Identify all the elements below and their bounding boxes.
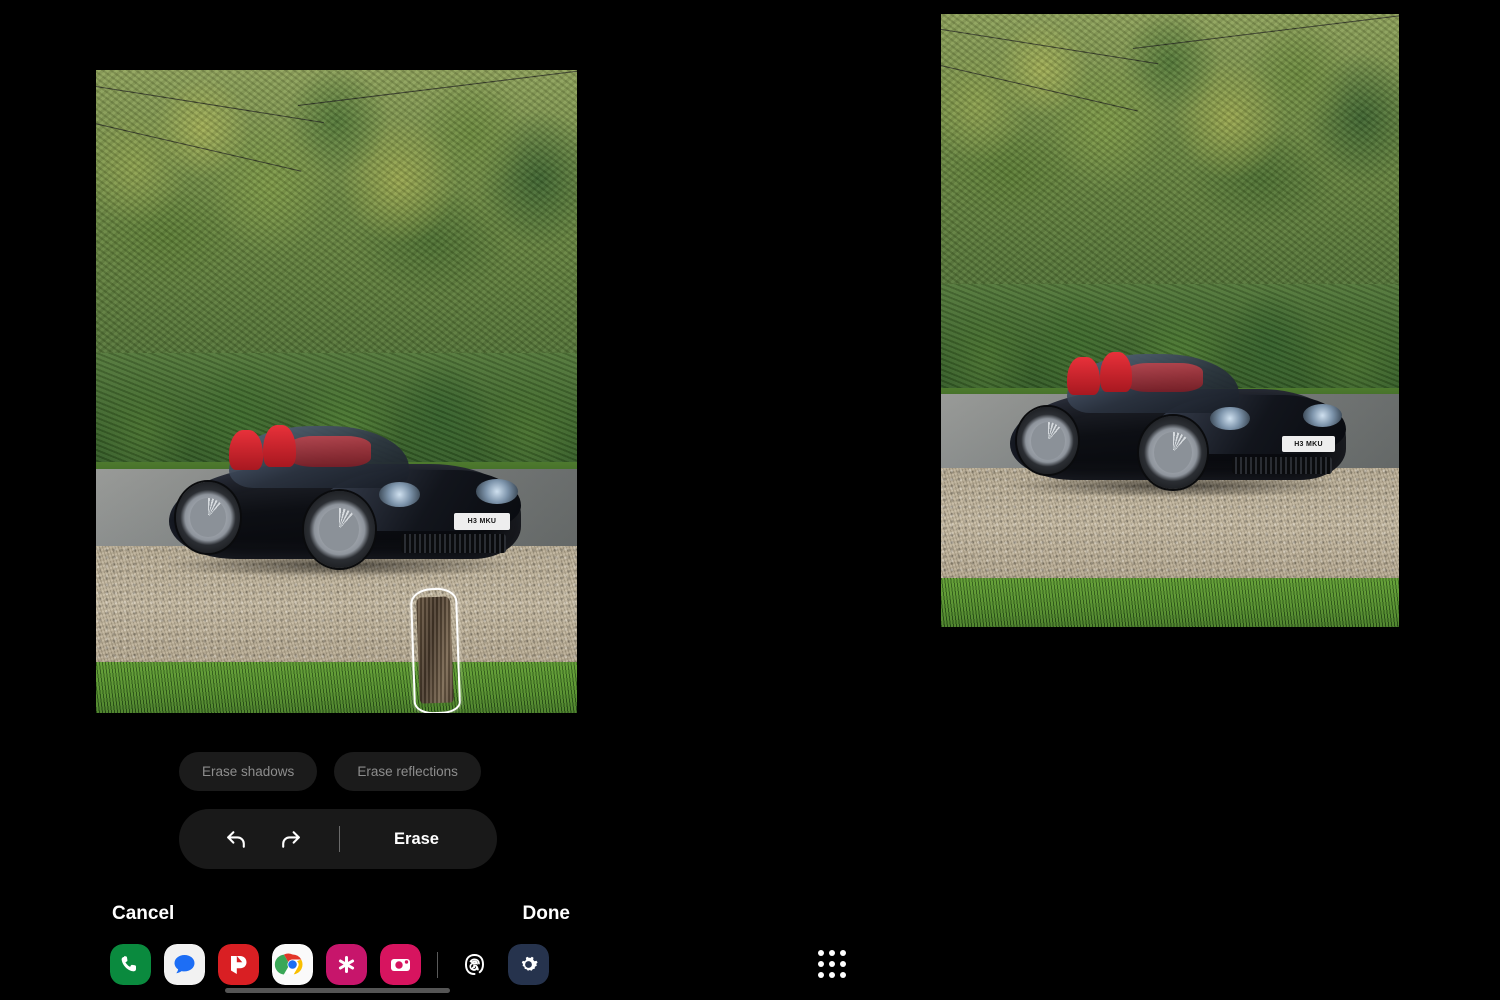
headlight-left [1210, 406, 1250, 431]
redo-arrow-icon[interactable] [263, 817, 317, 861]
camera-app-icon[interactable] [380, 944, 421, 985]
messages-app-icon[interactable] [164, 944, 205, 985]
erase-reflections-chip[interactable]: Erase reflections [334, 752, 481, 791]
panel-before: H3 MKU Erase shadows Erase reflections E… [0, 0, 672, 1000]
license-plate: H3 MKU [1281, 436, 1336, 453]
done-button[interactable]: Done [523, 903, 571, 925]
car-porsche-boxster: H3 MKU [154, 417, 529, 578]
chrome-app-icon[interactable] [272, 944, 313, 985]
foreground-grass [941, 577, 1399, 627]
car-porsche-boxster: H3 MKU [996, 345, 1353, 498]
undo-arrow-icon[interactable] [209, 817, 263, 861]
erase-shadows-chip[interactable]: Erase shadows [179, 752, 318, 791]
photo-scene: H3 MKU [96, 70, 577, 713]
foreground-grass [96, 661, 577, 713]
app-dock-before [110, 944, 549, 985]
headlight-right [476, 478, 518, 504]
phone-app-icon[interactable] [110, 944, 151, 985]
rear-wheel [1017, 406, 1079, 475]
panel-after: H3 MKU Erase shadows Erase reflections E… [828, 0, 1500, 1000]
dock-divider [437, 951, 438, 978]
front-grille [1231, 456, 1332, 475]
tree-canopy [941, 14, 1399, 321]
tree-canopy [96, 70, 577, 392]
car-seat-left [228, 429, 263, 470]
cancel-button[interactable]: Cancel [112, 903, 174, 925]
wooden-post-object[interactable] [416, 596, 454, 704]
car-interior-red [288, 435, 372, 467]
footer-actions-before: Cancel Done [112, 903, 570, 925]
brake-caliper [1168, 459, 1173, 472]
headlight-left [378, 482, 421, 507]
toolbar-divider [339, 826, 340, 852]
car-seat-right [1099, 352, 1132, 393]
erase-option-chips-before: Erase shadows Erase reflections [179, 752, 481, 791]
erase-button[interactable]: Erase [344, 830, 497, 849]
threads-app-icon[interactable] [454, 944, 495, 985]
car-seat-right [262, 424, 297, 467]
front-grille [401, 534, 507, 553]
gallery-app-icon[interactable] [326, 944, 367, 985]
photo-canvas-before[interactable]: H3 MKU [96, 70, 577, 713]
front-wheel [1138, 415, 1207, 490]
photo-scene: H3 MKU [941, 14, 1399, 627]
license-plate: H3 MKU [453, 512, 511, 530]
home-indicator[interactable] [225, 988, 450, 993]
screen: H3 MKU Erase shadows Erase reflections E… [0, 0, 1500, 1000]
settings-app-icon[interactable] [508, 944, 549, 985]
brake-caliper [335, 537, 340, 550]
files-app-icon[interactable] [218, 944, 259, 985]
edit-toolbar-before: Erase [179, 809, 497, 869]
front-wheel [303, 491, 376, 569]
photo-canvas-after[interactable]: H3 MKU [941, 14, 1399, 627]
car-interior-red [1124, 362, 1204, 393]
car-seat-left [1067, 356, 1100, 396]
rear-wheel [176, 482, 240, 553]
